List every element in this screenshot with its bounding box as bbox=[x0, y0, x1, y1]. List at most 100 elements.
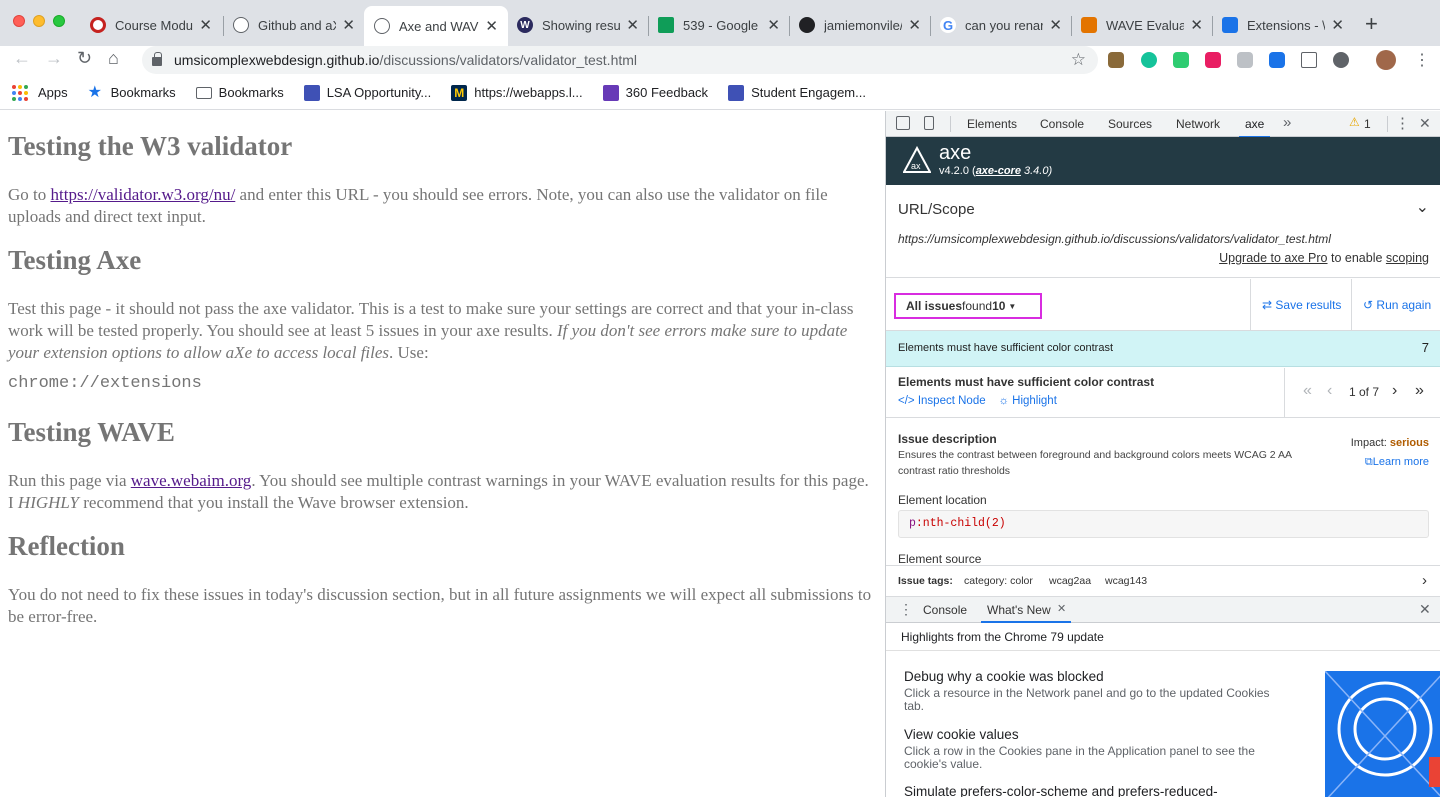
reload-icon[interactable]: ↻ bbox=[77, 48, 92, 69]
devtools-menu-icon[interactable]: ⋮ bbox=[1395, 114, 1410, 132]
axe-core-link[interactable]: axe-core bbox=[976, 165, 1021, 177]
caret-down-icon: ▼ bbox=[1008, 301, 1017, 311]
learn-more-link[interactable]: ⧉Learn more bbox=[1365, 456, 1429, 469]
upgrade-link[interactable]: Upgrade to axe Pro bbox=[1219, 251, 1327, 265]
tab-google-drive[interactable]: 539 - Google ✕ bbox=[648, 8, 790, 42]
grammarly-extension-icon[interactable] bbox=[1141, 52, 1157, 68]
close-tab-icon[interactable]: ✕ bbox=[485, 17, 498, 35]
chevron-down-icon[interactable]: ⌄ bbox=[1416, 197, 1429, 217]
close-tab-icon[interactable]: ✕ bbox=[767, 16, 780, 34]
tab-network[interactable]: Network bbox=[1176, 117, 1220, 131]
scope-title: URL/Scope bbox=[898, 201, 975, 218]
issues-filter-dropdown[interactable]: All issues found 10 ▼ bbox=[894, 293, 1042, 319]
tab-showing-results[interactable]: W Showing resu ✕ bbox=[507, 8, 649, 42]
maximize-window-button[interactable] bbox=[53, 15, 65, 27]
element-source-title: Element source bbox=[898, 552, 982, 566]
issue-header: Elements must have sufficient color cont… bbox=[886, 368, 1440, 418]
next-page-icon[interactable]: › bbox=[1392, 382, 1397, 400]
calendar-icon bbox=[728, 84, 745, 101]
chrome-menu-icon[interactable]: ⋮ bbox=[1414, 50, 1430, 70]
extension-icon-6[interactable] bbox=[1269, 52, 1285, 68]
extension-icon-5[interactable] bbox=[1237, 52, 1253, 68]
forward-arrow-icon[interactable]: → bbox=[45, 48, 63, 69]
close-tab-icon[interactable]: ✕ bbox=[1049, 16, 1062, 34]
tab-google-search[interactable]: G can you renar ✕ bbox=[930, 8, 1072, 42]
bookmark-360-feedback[interactable]: 360 Feedback bbox=[602, 84, 708, 101]
scope-url: https://umsicomplexwebdesign.github.io/d… bbox=[898, 232, 1331, 246]
run-again-button[interactable]: ↺ Run again bbox=[1363, 298, 1431, 312]
axe-extension-icon[interactable] bbox=[1301, 52, 1317, 68]
drawer-tab-whats-new[interactable]: What's New bbox=[981, 603, 1071, 623]
last-page-icon[interactable]: » bbox=[1415, 382, 1424, 400]
scoping-link[interactable]: scoping bbox=[1386, 251, 1429, 265]
inspect-element-icon[interactable] bbox=[896, 116, 910, 130]
first-page-icon[interactable]: « bbox=[1303, 382, 1312, 400]
more-tabs-icon[interactable]: » bbox=[1283, 114, 1291, 131]
refresh-icon: ↺ bbox=[1363, 298, 1374, 312]
wave-extension-icon[interactable] bbox=[1333, 52, 1349, 68]
new-tab-icon[interactable]: + bbox=[1365, 11, 1378, 37]
device-toolbar-icon[interactable] bbox=[924, 116, 934, 130]
back-arrow-icon[interactable]: ← bbox=[13, 48, 31, 69]
warning-icon[interactable]: ⚠ bbox=[1349, 115, 1360, 129]
wave-link[interactable]: wave.webaim.org bbox=[131, 471, 252, 490]
tab-extensions[interactable]: Extensions - \ ✕ bbox=[1212, 8, 1354, 42]
tab-axe[interactable]: axe bbox=[1238, 117, 1271, 138]
tab-axe-and-wave[interactable]: Axe and WAVE ✕ bbox=[364, 6, 508, 46]
whats-new-item[interactable]: Debug why a cookie was blocked Click a r… bbox=[904, 669, 1284, 713]
close-window-button[interactable] bbox=[13, 15, 25, 27]
issue-tags-label: Issue tags: bbox=[898, 575, 953, 587]
impact-label: Impact: serious bbox=[1350, 437, 1429, 449]
drawer-menu-icon[interactable]: ⋮ bbox=[899, 601, 913, 618]
issue-tags-row[interactable]: Issue tags: category: color wcag2aa wcag… bbox=[886, 565, 1440, 597]
tab-wave-evaluation[interactable]: WAVE Evaluat ✕ bbox=[1071, 8, 1213, 42]
inspect-node-button[interactable]: </> Inspect Node bbox=[898, 395, 986, 407]
close-drawer-icon[interactable]: ✕ bbox=[1419, 601, 1431, 618]
address-bar[interactable]: umsicomplexwebdesign.github.io/discussio… bbox=[142, 46, 1098, 74]
bookmark-lsa-opportunity[interactable]: LSA Opportunity... bbox=[303, 84, 431, 101]
highlight-button[interactable]: ☼ Highlight bbox=[998, 395, 1057, 407]
devtools-tab-bar: Elements Console Sources Network axe » ⚠… bbox=[886, 111, 1440, 138]
prev-page-icon[interactable]: ‹ bbox=[1327, 382, 1332, 400]
swap-icon: ⇄ bbox=[1262, 298, 1273, 312]
close-tab-icon[interactable]: ✕ bbox=[342, 16, 355, 34]
close-tab-icon[interactable]: ✕ bbox=[908, 16, 921, 34]
tab-github-repo[interactable]: jamiemonvile/ ✕ bbox=[789, 8, 931, 42]
issue-tag: wcag2aa bbox=[1049, 575, 1092, 587]
save-results-button[interactable]: ⇄ Save results bbox=[1262, 298, 1341, 312]
close-tab-icon[interactable]: ✕ bbox=[1190, 16, 1203, 34]
validator-link[interactable]: https://validator.w3.org/nu/ bbox=[51, 185, 236, 204]
whats-new-item[interactable]: Simulate prefers-color-scheme and prefer… bbox=[904, 784, 1284, 797]
bookmark-bookmarks-folder[interactable]: Bookmarks bbox=[195, 85, 284, 100]
home-icon[interactable]: ⌂ bbox=[108, 48, 119, 69]
extension-icon-1[interactable] bbox=[1108, 52, 1124, 68]
tab-elements[interactable]: Elements bbox=[967, 117, 1017, 131]
close-tab-icon[interactable]: ✕ bbox=[1331, 16, 1344, 34]
external-link-icon: ⧉ bbox=[1364, 456, 1373, 468]
issue-category-row[interactable]: Elements must have sufficient color cont… bbox=[886, 331, 1440, 367]
tab-github-and-axe[interactable]: Github and aX ✕ bbox=[223, 8, 365, 42]
bookmark-webapps[interactable]: M https://webapps.l... bbox=[451, 84, 583, 101]
chevron-right-icon[interactable]: › bbox=[1422, 572, 1427, 589]
bookmark-apps[interactable]: Apps bbox=[12, 84, 68, 101]
profile-avatar[interactable] bbox=[1376, 50, 1396, 70]
bookmark-bookmarks-star[interactable]: ★ Bookmarks bbox=[88, 84, 176, 101]
extension-icon-4[interactable] bbox=[1205, 52, 1221, 68]
issues-bar: All issues found 10 ▼ ⇄ Save results ↺ Ru… bbox=[886, 279, 1440, 331]
axe-version: v4.2.0 (axe-core 3.4.0) bbox=[939, 165, 1053, 177]
heading-testing-axe: Testing Axe bbox=[8, 245, 142, 275]
bookmark-star-icon[interactable]: ☆ bbox=[1071, 50, 1086, 70]
tab-course-modules[interactable]: Course Modu ✕ bbox=[80, 8, 222, 42]
close-tab-icon[interactable]: ✕ bbox=[199, 16, 212, 34]
close-tab-icon[interactable]: ✕ bbox=[626, 16, 639, 34]
whats-new-header: Highlights from the Chrome 79 update bbox=[886, 623, 1440, 651]
bookmark-student-engagement[interactable]: Student Engagem... bbox=[728, 84, 866, 101]
close-devtools-icon[interactable]: ✕ bbox=[1419, 115, 1431, 132]
tab-console[interactable]: Console bbox=[1040, 117, 1084, 131]
tab-sources[interactable]: Sources bbox=[1108, 117, 1152, 131]
extension-icon-3[interactable] bbox=[1173, 52, 1189, 68]
whats-new-item[interactable]: View cookie values Click a row in the Co… bbox=[904, 727, 1284, 771]
close-drawer-tab-icon[interactable]: ✕ bbox=[1057, 602, 1066, 615]
drawer-tab-console[interactable]: Console bbox=[923, 603, 967, 617]
minimize-window-button[interactable] bbox=[33, 15, 45, 27]
